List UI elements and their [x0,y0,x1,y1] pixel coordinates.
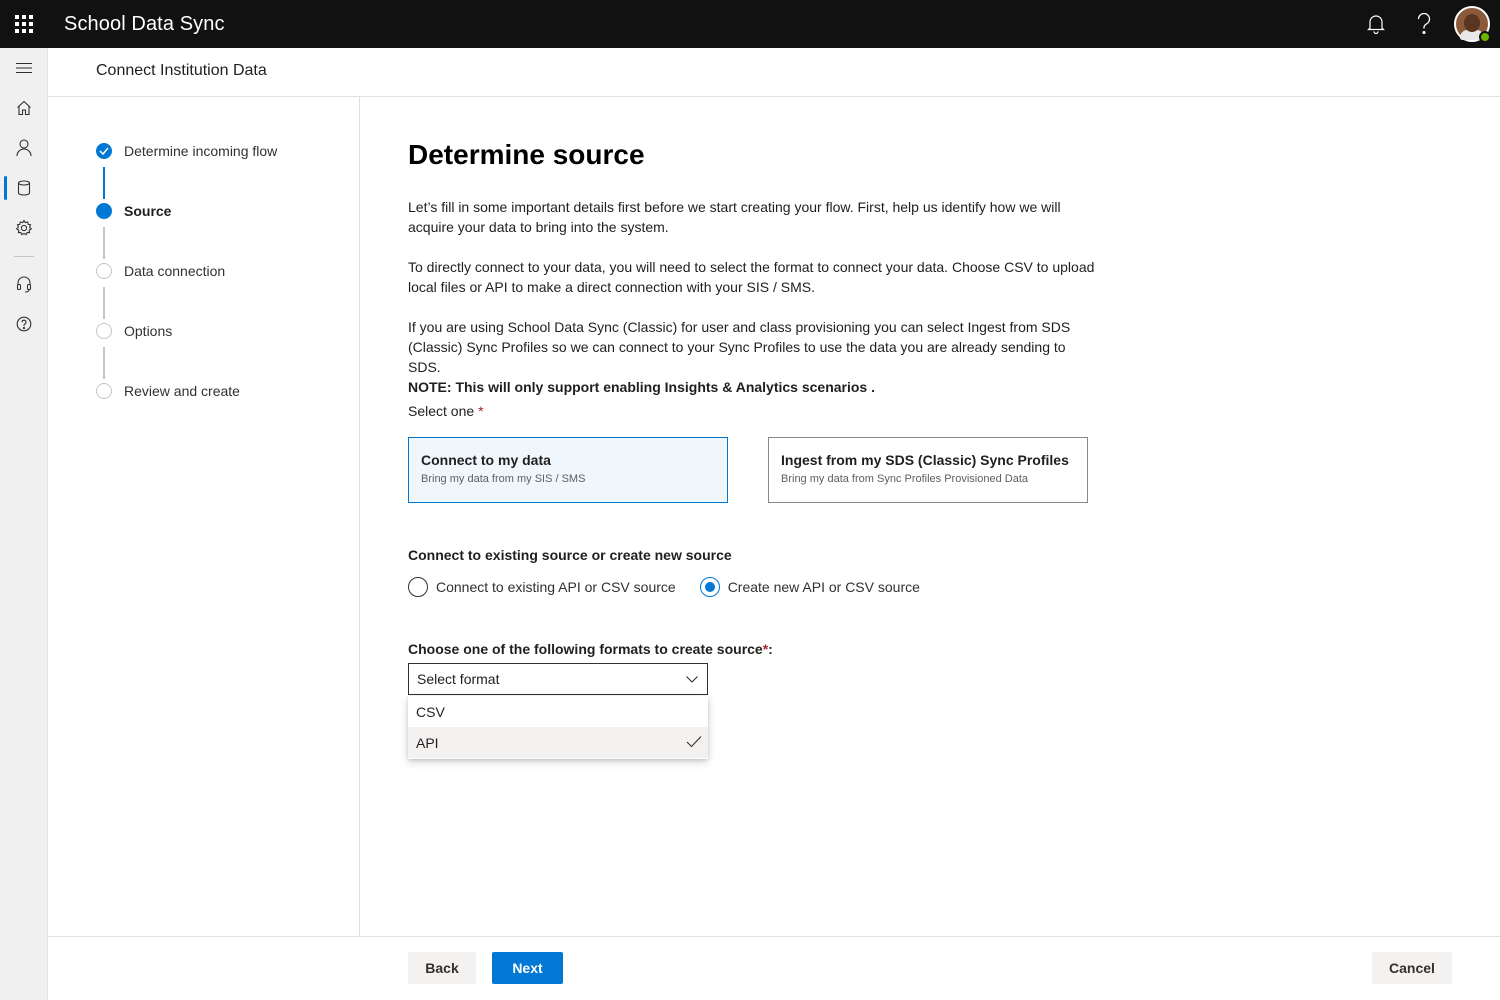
format-label-text: Choose one of the following formats to c… [408,641,763,657]
gear-icon [15,219,33,236]
notifications-button[interactable] [1352,0,1400,48]
step-pending-icon [96,323,112,339]
next-button[interactable]: Next [492,952,563,984]
step-pending-icon [96,263,112,279]
step-connector [103,227,105,259]
format-label: Choose one of the following formats to c… [408,641,773,657]
connect-paragraph: To directly connect to your data, you wi… [408,259,1095,295]
top-bar: School Data Sync [0,0,1500,48]
step-source[interactable]: Source [96,201,171,221]
left-rail [0,48,48,1000]
chevron-down-icon [686,676,698,683]
page-header: Connect Institution Data [48,48,1500,97]
hamburger-menu-icon [16,62,32,74]
card-connect-to-my-data[interactable]: Connect to my data Bring my data from my… [408,437,728,503]
option-api[interactable]: API [408,727,708,758]
checkmark-icon [686,736,702,748]
note-text: NOTE: This will only support enabling In… [408,379,875,395]
cancel-button[interactable]: Cancel [1372,952,1452,984]
step-current-icon [96,203,112,219]
waffle-icon [15,15,33,33]
rail-support[interactable] [0,264,48,304]
select-one-text: Select one [408,403,475,419]
footer-bar [48,936,1500,1000]
back-button[interactable]: Back [408,952,476,984]
step-label: Data connection [124,263,226,279]
step-label: Options [124,323,173,339]
option-label: API [416,734,439,751]
person-icon [16,139,32,157]
steps-panel [48,97,360,936]
rail-users[interactable] [0,128,48,168]
step-data-connection[interactable]: Data connection [96,261,225,281]
section-title: Determine source [408,139,645,170]
step-connector [103,347,105,379]
intro-paragraph: Let’s fill in some important details fir… [408,199,1061,235]
headset-icon [16,276,32,293]
step-label: Determine incoming flow [124,143,278,159]
radio-button[interactable] [699,577,720,597]
rail-home[interactable] [0,88,48,128]
connect-source-label: Connect to existing source or create new… [408,547,732,563]
format-dropdown-menu: CSV API [408,696,708,759]
radio-create-new[interactable]: Create new API or CSV source [699,577,920,597]
card-subtitle: Bring my data from Sync Profiles Provisi… [781,473,1028,485]
card-title: Ingest from my SDS (Classic) Sync Profil… [781,452,1069,468]
bell-icon [1367,15,1385,34]
rail-active-indicator [4,176,7,200]
format-label-suffix: : [768,641,773,657]
required-asterisk: * [478,403,484,419]
step-options[interactable]: Options [96,321,172,341]
option-label: CSV [416,703,445,720]
card-subtitle: Bring my data from my SIS / SMS [421,473,586,485]
help-button[interactable] [1400,0,1448,48]
database-icon [17,180,31,196]
question-icon [1417,13,1431,35]
step-determine-incoming-flow[interactable]: Determine incoming flow [96,141,277,161]
presence-indicator [1479,31,1491,43]
radio-button[interactable] [408,577,428,597]
card-title: Connect to my data [421,452,551,468]
step-label: Source [124,203,172,219]
classic-paragraph: If you are using School Data Sync (Class… [408,317,1098,397]
step-label: Review and create [124,383,240,399]
format-select[interactable]: Select format [408,663,708,695]
radio-label: Connect to existing API or CSV source [436,579,676,595]
step-connector [103,287,105,319]
avatar[interactable] [1454,6,1491,43]
format-select-value: Select format [417,671,500,687]
rail-divider [14,256,34,257]
rail-data[interactable] [0,168,48,208]
step-review-and-create[interactable]: Review and create [96,381,240,401]
option-csv[interactable]: CSV [408,696,708,727]
step-connector [103,167,105,199]
card-ingest-from-sds-classic[interactable]: Ingest from my SDS (Classic) Sync Profil… [768,437,1088,503]
rail-settings[interactable] [0,208,48,248]
classic-paragraph-text: If you are using School Data Sync (Class… [408,319,1071,375]
hamburger-menu-button[interactable] [0,48,48,88]
home-icon [17,100,31,116]
help-circle-icon [16,316,32,332]
app-title[interactable]: School Data Sync [64,13,225,36]
radio-connect-existing[interactable]: Connect to existing API or CSV source [408,577,676,597]
rail-help[interactable] [0,304,48,344]
radio-label: Create new API or CSV source [727,579,920,595]
step-pending-icon [96,383,112,399]
select-one-label: Select one * [408,403,484,419]
step-complete-icon [96,143,112,159]
page-title: Connect Institution Data [96,62,267,79]
source-radio-group: Connect to existing API or CSV source Cr… [408,577,944,597]
app-launcher-button[interactable] [0,0,48,48]
